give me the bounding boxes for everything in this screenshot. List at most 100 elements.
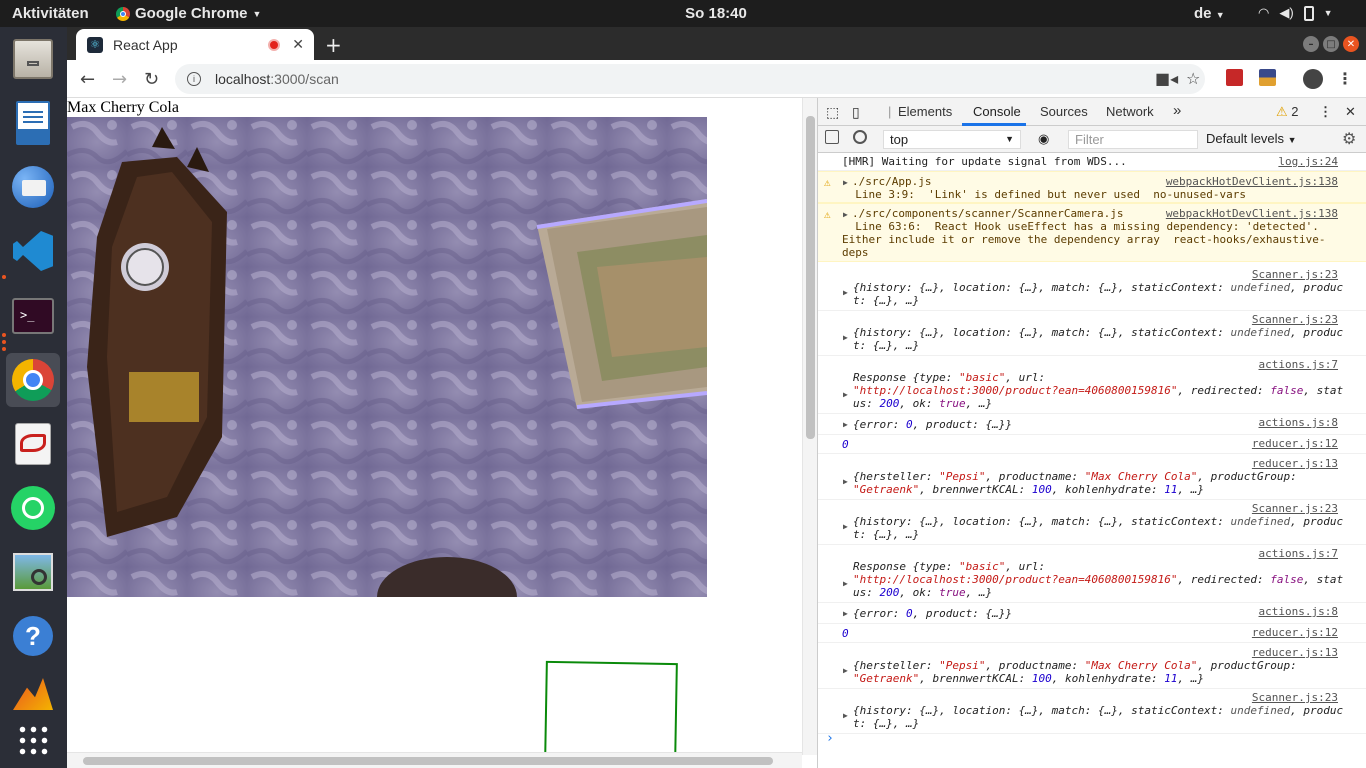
expand-triangle-icon[interactable]: ▶ — [843, 390, 848, 399]
warnings-badge[interactable]: ⚠ 2 — [1276, 104, 1299, 120]
console-token: undefined — [1230, 704, 1291, 717]
tab-elements[interactable]: Elements — [898, 104, 952, 119]
tab-react-app[interactable]: ⚛ React App ✕ — [76, 29, 314, 60]
address-bar[interactable]: i localhost:3000/scan — [175, 64, 1205, 94]
source-link[interactable]: Scanner.js:23 — [1252, 268, 1338, 281]
expand-triangle-icon[interactable]: ▶ — [843, 210, 848, 219]
expand-triangle-icon[interactable]: ▶ — [843, 288, 848, 297]
minimize-button[interactable]: – — [1303, 36, 1319, 52]
devtools-menu-icon[interactable]: ⋮ — [1319, 104, 1332, 120]
close-window-button[interactable]: ✕ — [1343, 36, 1359, 52]
console-token: 100 — [1031, 672, 1052, 685]
clock[interactable]: So 18:40 — [0, 5, 1366, 22]
console-text: Line 3:9: 'Link' is defined but never us… — [842, 188, 1246, 201]
clear-console-icon[interactable] — [853, 130, 867, 144]
url-text[interactable]: localhost:3000/scan — [215, 71, 339, 87]
files-icon[interactable] — [6, 32, 60, 86]
info-icon[interactable]: i — [187, 72, 201, 86]
expand-triangle-icon[interactable]: ▶ — [843, 666, 848, 675]
whatsapp-icon[interactable] — [6, 481, 60, 535]
profile-avatar-icon[interactable] — [1303, 69, 1323, 89]
new-tab-button[interactable]: + — [325, 33, 342, 57]
device-toolbar-icon[interactable]: ▯ — [852, 104, 860, 121]
source-link[interactable]: log.js:24 — [1278, 155, 1338, 168]
expand-triangle-icon[interactable]: ▶ — [843, 178, 848, 187]
console-filter-input[interactable]: Filter — [1068, 130, 1198, 149]
page-horizontal-scrollbar[interactable] — [67, 752, 802, 768]
writer-icon[interactable] — [6, 96, 60, 150]
thunderbird-icon[interactable] — [6, 160, 60, 214]
console-line: {history: {…}, location: {…}, match: {…}… — [853, 281, 1343, 294]
source-link[interactable]: webpackHotDevClient.js:138 — [1166, 207, 1338, 220]
page-vertical-scrollbar[interactable] — [802, 98, 817, 755]
log-levels-dropdown[interactable]: Default levels ▼ — [1206, 131, 1297, 146]
log-levels-label: Default levels — [1206, 131, 1285, 146]
console-message: Scanner.js:23 ▶ {history: {…}, location: {… — [818, 311, 1366, 356]
expand-triangle-icon[interactable]: ▶ — [843, 420, 848, 429]
source-link[interactable]: reducer.js:13 — [1252, 646, 1338, 659]
close-tab-icon[interactable]: ✕ — [292, 36, 304, 53]
more-tabs-button[interactable]: » — [1173, 102, 1181, 119]
console-line: t: {…}, …} — [853, 717, 919, 730]
source-link[interactable]: actions.js:7 — [1259, 358, 1338, 371]
bookmark-star-icon[interactable]: ☆ — [1186, 69, 1200, 88]
console-token: , ok: — [899, 586, 940, 599]
tab-network[interactable]: Network — [1106, 104, 1154, 119]
console-token: t: {…}, …} — [853, 294, 920, 307]
source-link[interactable]: Scanner.js:23 — [1252, 502, 1338, 515]
camera-icon[interactable]: ■◂ — [1155, 69, 1178, 88]
expand-triangle-icon[interactable]: ▶ — [843, 522, 848, 531]
console-token: "Pepsi" — [939, 470, 986, 483]
console-line: Response {type: "basic", url: — [853, 560, 1045, 573]
forward-button[interactable]: → — [112, 69, 127, 90]
console-token: 0 — [842, 438, 849, 451]
source-link[interactable]: Scanner.js:23 — [1252, 313, 1338, 326]
document-viewer-icon[interactable] — [6, 417, 60, 471]
extension-icon-2[interactable] — [1259, 69, 1276, 86]
expand-triangle-icon[interactable]: ▶ — [843, 579, 848, 588]
source-link[interactable]: webpackHotDevClient.js:138 — [1166, 175, 1338, 188]
scrollbar-thumb[interactable] — [806, 116, 815, 439]
back-button[interactable]: ← — [80, 69, 95, 90]
source-link[interactable]: reducer.js:12 — [1252, 437, 1338, 450]
scrollbar-thumb[interactable] — [83, 757, 773, 765]
expand-triangle-icon[interactable]: ▶ — [843, 609, 848, 618]
context-selector[interactable]: top ▼ — [883, 130, 1021, 149]
console-token: , productGroup: — [1197, 659, 1297, 672]
expand-triangle-icon[interactable]: ▶ — [843, 333, 848, 342]
image-viewer-icon[interactable] — [6, 545, 60, 599]
language-indicator[interactable]: de ▼ — [1194, 5, 1225, 22]
console-settings-gear-icon[interactable]: ⚙ — [1342, 129, 1356, 149]
tab-sources[interactable]: Sources — [1040, 104, 1088, 119]
console-token: t: {…}, …} — [853, 528, 920, 541]
chrome-icon[interactable] — [6, 353, 60, 407]
source-link[interactable]: reducer.js:12 — [1252, 626, 1338, 639]
menu-dots-icon[interactable]: ⋮ — [1337, 69, 1353, 88]
devtools-close-icon[interactable]: ✕ — [1345, 104, 1356, 120]
console-line: {history: {…}, location: {…}, match: {…}… — [853, 704, 1343, 717]
terminal-icon[interactable]: >_ — [6, 289, 60, 343]
gnome-top-bar: Aktivitäten Google Chrome ▼ So 18:40 de … — [0, 0, 1366, 27]
source-link[interactable]: actions.js:8 — [1259, 416, 1338, 429]
source-link[interactable]: actions.js:7 — [1259, 547, 1338, 560]
console-token: , brennwertKCAL: — [919, 672, 1032, 685]
system-tray[interactable]: ◠ ◀) ▼ — [1258, 5, 1333, 21]
source-link[interactable]: Scanner.js:23 — [1252, 691, 1338, 704]
sidebar-toggle-icon[interactable] — [825, 130, 839, 144]
expand-triangle-icon[interactable]: ▶ — [843, 477, 848, 486]
app-grid-icon[interactable] — [6, 713, 60, 767]
reload-button[interactable]: ↻ — [144, 69, 159, 90]
help-icon[interactable]: ? — [6, 609, 60, 663]
expand-triangle-icon[interactable]: ▶ — [843, 711, 848, 720]
console-token: {hersteller: — [853, 470, 940, 483]
vscode-icon[interactable] — [6, 224, 60, 278]
eye-icon[interactable]: ◉ — [1038, 131, 1049, 147]
source-link[interactable]: actions.js:8 — [1259, 605, 1338, 618]
source-link[interactable]: reducer.js:13 — [1252, 457, 1338, 470]
inspect-element-icon[interactable]: ⬚ — [826, 104, 839, 121]
tab-console[interactable]: Console — [973, 104, 1021, 119]
extension-icon[interactable] — [1226, 69, 1243, 86]
console-token: {error: — [853, 607, 906, 620]
maximize-button[interactable]: □ — [1323, 36, 1339, 52]
product-name-heading: Max Cherry Cola — [67, 99, 179, 116]
